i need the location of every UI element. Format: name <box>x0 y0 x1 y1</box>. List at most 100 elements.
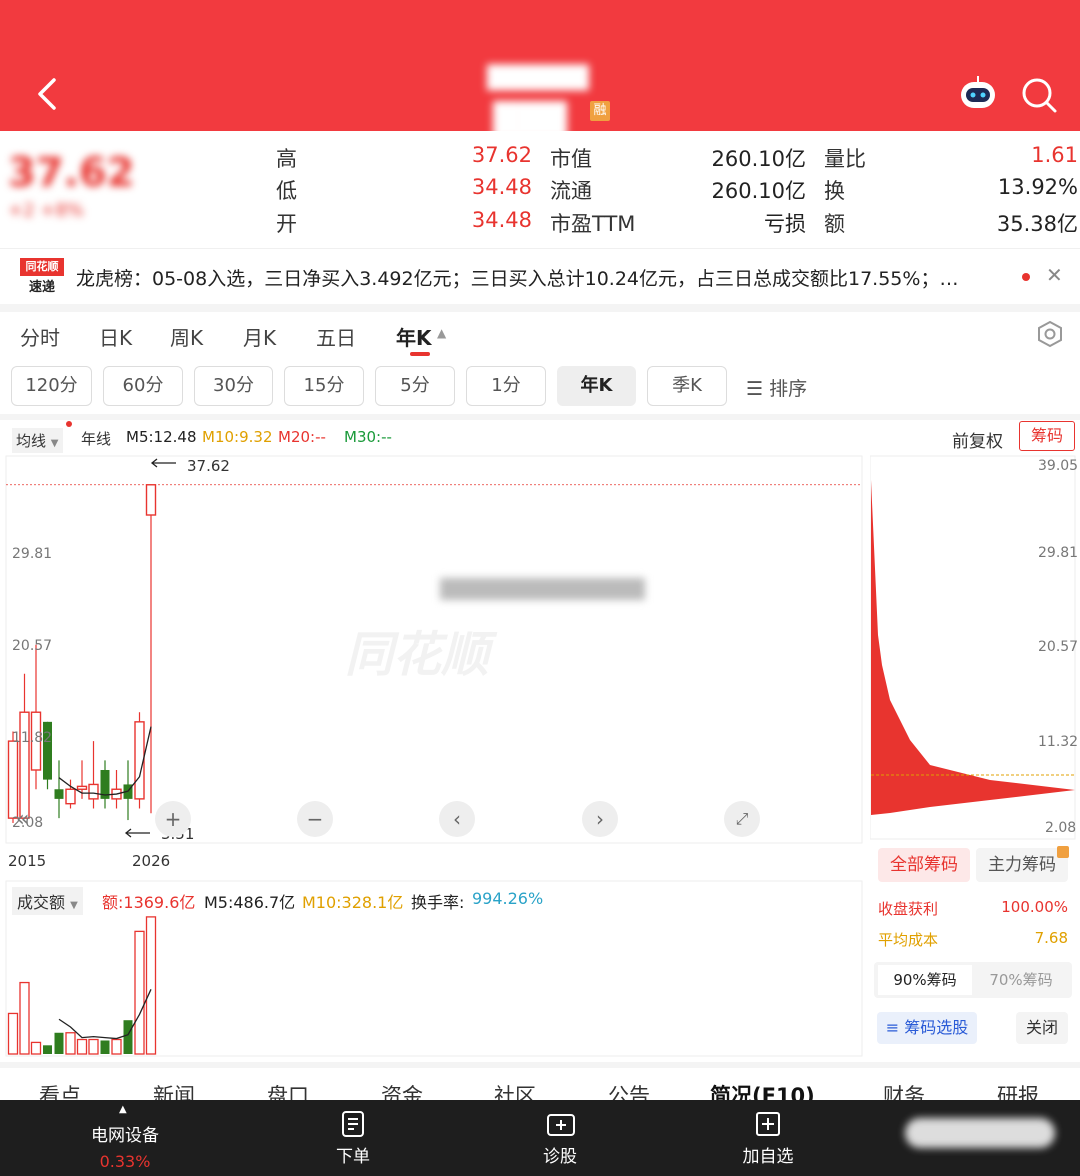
profit-value: 100.00% <box>1001 898 1068 916</box>
chip-5min[interactable]: 5分 <box>375 366 455 406</box>
back-icon[interactable] <box>34 76 62 112</box>
open-label: 开 <box>276 212 297 236</box>
chip-y-tick: 39.05 <box>1038 458 1079 474</box>
amount-value: 35.38亿 <box>996 212 1078 236</box>
low-value: 34.48 <box>471 175 532 199</box>
prev-icon[interactable]: ‹ <box>439 801 475 837</box>
triangle-up-icon: ▲ <box>437 326 447 340</box>
chip-60min[interactable]: 60分 <box>103 366 183 406</box>
pct70-toggle[interactable]: 70%筹码 <box>974 965 1068 995</box>
divider <box>0 414 1080 420</box>
top-bar: ██████ ██████ ██████ 融 <box>0 0 1080 139</box>
y-tick: 29.81 <box>12 546 53 562</box>
tab-daily-k[interactable]: 日K <box>99 322 132 351</box>
volume-bar <box>7 1012 19 1055</box>
zoom-in-icon[interactable]: + <box>155 801 191 837</box>
robot-assistant-icon[interactable] <box>958 76 998 112</box>
open-value: 34.48 <box>471 208 532 232</box>
low-label: 低 <box>276 179 297 203</box>
fullscreen-icon[interactable]: ⤢ <box>724 801 760 837</box>
avg-cost-label: 平均成本 <box>878 931 939 949</box>
zoom-out-icon[interactable]: − <box>297 801 333 837</box>
chip-y-tick: 29.81 <box>1038 545 1079 561</box>
volume-bar <box>145 916 157 1055</box>
chip-y-tick: 20.57 <box>1038 639 1079 655</box>
profit-label: 收盘获利 <box>878 900 939 918</box>
avg-cost-value: 7.68 <box>1034 929 1068 947</box>
tab-indicator <box>410 352 430 356</box>
y-tick: 20.57 <box>12 638 53 654</box>
sector-change: 0.33% <box>99 1152 151 1171</box>
market-cap-label: 市值 <box>550 147 592 171</box>
y-tick: 11.82 <box>12 730 53 746</box>
float-cap-value: 260.10亿 <box>711 179 806 203</box>
high-label: 高 <box>276 147 297 171</box>
volume-chart <box>5 880 863 1057</box>
nav-diagnose[interactable]: 诊股 <box>520 1142 600 1167</box>
chips-button[interactable]: 筹码 <box>1019 421 1075 451</box>
ma-dropdown[interactable]: 均线 ▼ <box>12 428 63 453</box>
news-ticker[interactable]: 同花顺 速递 龙虎榜：05-08入选，三日净买入3.492亿元；三日买入总计10… <box>0 248 1080 312</box>
volume-bar <box>76 1038 88 1055</box>
tab-yearly-k[interactable]: 年K <box>396 322 432 351</box>
ma5-value: M5:12.48 <box>126 428 197 446</box>
chip-yearly[interactable]: 年K <box>557 366 636 406</box>
add-watchlist-icon[interactable] <box>755 1110 781 1138</box>
amount-label: 额 <box>824 212 845 236</box>
volume-bar <box>111 1038 122 1055</box>
float-cap-label: 流通 <box>550 179 592 203</box>
watermark: 同花顺 <box>345 627 490 683</box>
chip-screen-button[interactable]: ≡ 筹码选股 <box>877 1012 977 1044</box>
volume-ratio-label: 量比 <box>824 147 866 171</box>
chip-1min[interactable]: 1分 <box>466 366 546 406</box>
unread-dot <box>1022 273 1030 281</box>
tab-all-chips[interactable]: 全部筹码 <box>878 848 970 882</box>
volume-bar <box>65 1032 76 1055</box>
high-value: 37.62 <box>471 143 532 167</box>
tab-five-day[interactable]: 五日 <box>316 322 356 351</box>
turnover-value: 13.92% <box>997 175 1078 199</box>
current-price: 37.62 <box>8 150 135 196</box>
volume-ratio-value: 1.61 <box>1031 143 1078 167</box>
price-change: +2 +8% <box>8 200 84 221</box>
tab-main-chips[interactable]: 主力筹码 <box>976 848 1068 882</box>
nav-order[interactable]: 下单 <box>313 1142 393 1167</box>
tab-timeshare[interactable]: 分时 <box>20 322 60 351</box>
close-chip-button[interactable]: 关闭 <box>1016 1012 1068 1044</box>
volume-bar <box>19 981 30 1055</box>
chip-quarterly[interactable]: 季K <box>647 366 727 406</box>
list-icon: ≡ <box>885 1018 900 1037</box>
sort-button[interactable]: ☰ 排序 <box>746 374 807 401</box>
news-logo: 同花顺 速递 <box>20 258 64 296</box>
blurred-nav-item[interactable] <box>905 1118 1055 1148</box>
next-icon[interactable]: › <box>582 801 618 837</box>
chip-30min[interactable]: 30分 <box>194 366 273 406</box>
chip-15min[interactable]: 15分 <box>284 366 364 406</box>
search-icon[interactable] <box>1020 76 1058 114</box>
tab-monthly-k[interactable]: 月K <box>243 322 276 351</box>
lock-icon <box>1057 846 1069 858</box>
order-icon[interactable] <box>340 1110 366 1138</box>
adjust-toggle[interactable]: 前复权 <box>952 427 1003 452</box>
settings-icon[interactable] <box>1036 320 1064 348</box>
high-annotation: 37.62 <box>187 457 230 475</box>
pct90-toggle[interactable]: 90%筹码 <box>878 965 972 995</box>
chip-y-tick: 2.08 <box>1045 820 1077 836</box>
sector-name[interactable]: 电网设备 <box>75 1121 175 1146</box>
diagnose-icon[interactable] <box>546 1110 576 1138</box>
scroll-left-icon[interactable]: « <box>16 807 29 832</box>
pe-value: 亏损 <box>764 212 806 236</box>
ma-period: 年线 <box>81 430 112 448</box>
volume-bar <box>123 1020 133 1054</box>
volume-bar <box>100 1040 110 1054</box>
nav-add-watchlist[interactable]: 加自选 <box>728 1142 808 1167</box>
ma20-value: M20:-- <box>278 428 326 446</box>
chip-120min[interactable]: 120分 <box>11 366 92 406</box>
volume-bar <box>30 1041 42 1055</box>
volume-bar <box>54 1032 64 1054</box>
tab-weekly-k[interactable]: 周K <box>170 322 203 351</box>
volume-bar <box>88 1038 99 1055</box>
market-cap-value: 260.10亿 <box>711 147 806 171</box>
close-icon[interactable]: ✕ <box>1046 263 1063 287</box>
pe-label: 市盈TTM <box>550 212 636 236</box>
